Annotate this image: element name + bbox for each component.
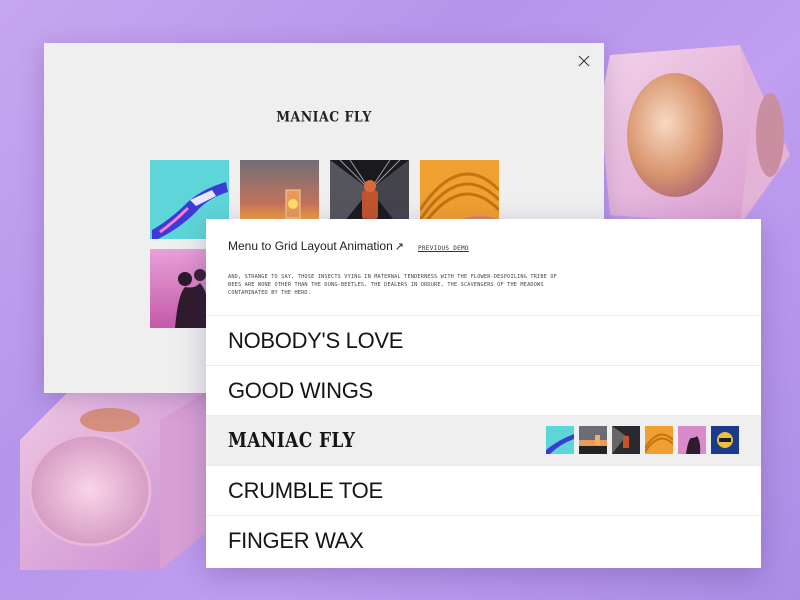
thumbnail-orange-arcs — [645, 426, 673, 454]
menu-list: NOBODY'S LOVE GOOD WINGS MANIAC FLY CRUM… — [206, 315, 761, 565]
decorative-cube-top-right — [600, 45, 790, 225]
close-button[interactable] — [574, 51, 594, 71]
menu-item-finger-wax[interactable]: FINGER WAX — [206, 515, 761, 565]
demo-title[interactable]: Menu to Grid Layout Animation — [228, 239, 393, 253]
menu-item-nobodys-love[interactable]: NOBODY'S LOVE — [206, 315, 761, 365]
thumbnail-astronaut — [612, 426, 640, 454]
thumbnail-hand — [546, 426, 574, 454]
menu-item-label: CRUMBLE TOE — [228, 477, 383, 503]
menu-item-label: MANIAC FLY — [228, 428, 356, 453]
previous-demo-link[interactable]: PREVIOUS DEMO — [418, 245, 469, 252]
menu-item-label: FINGER WAX — [228, 527, 364, 553]
close-icon — [578, 55, 590, 67]
menu-item-label: GOOD WINGS — [228, 377, 373, 403]
menu-item-maniac-fly[interactable]: MANIAC FLY — [206, 415, 761, 465]
grid-title: MANIAC FLY — [276, 107, 372, 126]
external-link-icon: ↗ — [394, 241, 404, 253]
menu-description: AND, STRANGE TO SAY, THOSE INSECTS VYING… — [228, 274, 557, 296]
menu-item-thumbnails — [546, 426, 739, 454]
menu-header: Menu to Grid Layout Animation ↗ PREVIOUS… — [228, 239, 469, 253]
thumbnail-helmet — [711, 426, 739, 454]
menu-item-crumble-toe[interactable]: CRUMBLE TOE — [206, 465, 761, 515]
thumbnail-couple — [678, 426, 706, 454]
menu-item-label: NOBODY'S LOVE — [228, 327, 404, 353]
menu-window: Menu to Grid Layout Animation ↗ PREVIOUS… — [206, 219, 761, 568]
thumbnail-sunset-portal — [579, 426, 607, 454]
menu-item-good-wings[interactable]: GOOD WINGS — [206, 365, 761, 415]
decorative-cube-bottom-left — [20, 390, 210, 570]
